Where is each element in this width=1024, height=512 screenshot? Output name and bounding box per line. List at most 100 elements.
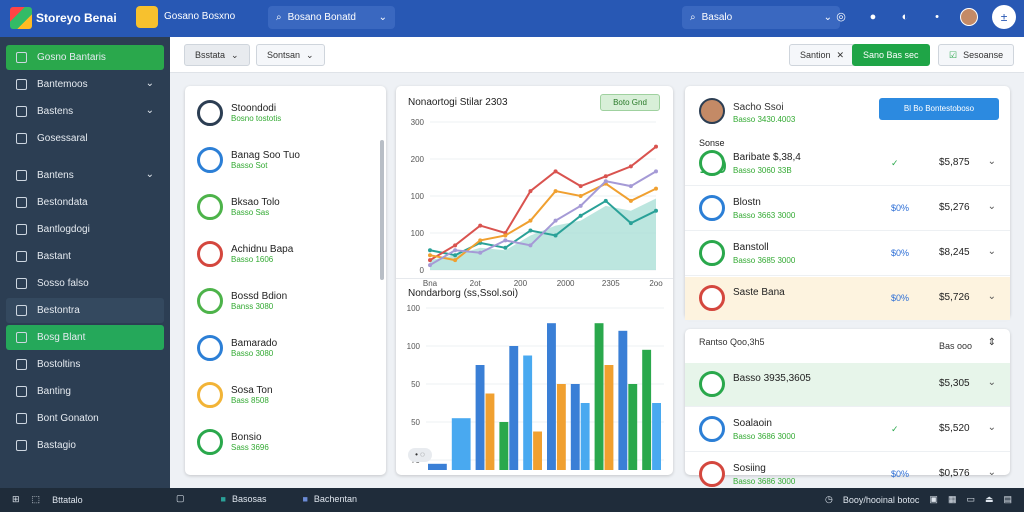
chevron-down-icon[interactable]: ⌄ bbox=[988, 201, 996, 212]
sidebar-item[interactable]: Bastagio bbox=[6, 433, 164, 458]
contact-avatar bbox=[197, 335, 223, 361]
sidebar-item[interactable]: Sosso falso bbox=[6, 271, 164, 296]
contact-avatar bbox=[197, 147, 223, 173]
bar-chart: 1001005050700BasBasSaBaBas2o0BstSas bbox=[407, 304, 664, 470]
charts-panel: Nonaortogi Stilar 2303 Boto Gnd 300 200 10… bbox=[396, 86, 673, 475]
account-row-name: Baribate $,38,4 bbox=[733, 152, 801, 163]
network-icon[interactable]: ▣ bbox=[929, 494, 938, 505]
account-row-pct: $0% bbox=[891, 293, 910, 303]
account-row-sub: Basso 3663 3000 bbox=[733, 211, 796, 220]
bar bbox=[580, 403, 590, 470]
period-select[interactable]: Bas ooo bbox=[939, 341, 972, 351]
contact-row[interactable]: Bamarado Basso 3080 bbox=[197, 335, 277, 361]
terminal-icon[interactable]: ⬚ bbox=[32, 494, 41, 505]
sidebar-item[interactable]: Bostoltins bbox=[6, 352, 164, 377]
contact-row[interactable]: Bossd Bdion Banss 3080 bbox=[197, 288, 287, 314]
account-row[interactable]: Soalaoin Basso 3686 3000 ✓ $5,520 ⌄ bbox=[685, 408, 1010, 452]
chevron-down-icon[interactable]: ⌄ bbox=[988, 377, 996, 388]
contact-row[interactable]: Banag Soo Tuo Basso Sot bbox=[197, 147, 300, 173]
contact-row[interactable]: Sosa Ton Bass 8508 bbox=[197, 382, 273, 408]
search-box[interactable]: ⌕ Bosano Bonatd ⌄ bbox=[268, 6, 395, 29]
sidebar-item[interactable]: Bastant bbox=[6, 244, 164, 269]
chevron-down-icon[interactable]: ⌄ bbox=[988, 246, 996, 257]
sidebar-item[interactable]: Bestontra bbox=[6, 298, 164, 323]
contact-row[interactable]: Bonsio Sass 3696 bbox=[197, 429, 269, 455]
sidebar-item[interactable]: Bont Gonaton bbox=[6, 406, 164, 431]
bar bbox=[556, 384, 566, 470]
sort-icon[interactable]: ⇕ bbox=[988, 337, 996, 348]
account-row[interactable]: Saste Bana $0% $5,726 ⌄ bbox=[685, 277, 1010, 321]
section-button[interactable]: Santion ✕ bbox=[789, 44, 856, 66]
sidebar-item[interactable]: Bantemoos ⌄ bbox=[6, 72, 164, 97]
sidebar-item[interactable]: Gosno Bantaris bbox=[6, 45, 164, 70]
data-point bbox=[428, 248, 432, 253]
bar bbox=[485, 393, 495, 470]
chevron-down-icon: ⌄ bbox=[145, 78, 154, 89]
contact-row[interactable]: Stoondodi Bosno tostotis bbox=[197, 100, 281, 126]
y-tick-label: 100 bbox=[411, 229, 425, 238]
chart-pager[interactable]: • ◌ bbox=[408, 448, 432, 462]
taskbar-tab-2[interactable]: ■ Bachentan bbox=[302, 494, 356, 504]
share-button[interactable]: ☑ Sesoanse bbox=[938, 44, 1015, 66]
eject-icon[interactable]: ⏏ bbox=[985, 494, 994, 505]
logo-icon bbox=[10, 7, 32, 29]
chat-icon[interactable]: ◐ bbox=[896, 8, 914, 26]
avatar[interactable] bbox=[960, 8, 978, 26]
taskbar-icon[interactable]: ▢ bbox=[176, 493, 185, 504]
bar bbox=[428, 463, 447, 470]
x-tick-label: Bna bbox=[423, 279, 438, 288]
sidebar-item[interactable]: Bantlogdogi bbox=[6, 217, 164, 242]
bar bbox=[570, 384, 580, 470]
contact-name: Achidnu Bapa bbox=[231, 244, 294, 255]
account-action-button[interactable]: Bl Bo Bontestoboso bbox=[879, 98, 999, 120]
windows-icon[interactable]: ⊞ bbox=[12, 494, 20, 505]
sidebar-item[interactable]: Bosg Blant bbox=[6, 325, 164, 350]
data-point bbox=[428, 258, 432, 263]
sidebar-item[interactable]: Bantens ⌄ bbox=[6, 163, 164, 188]
contact-row[interactable]: Achidnu Bapa Basso 1606 bbox=[197, 241, 293, 267]
contact-row[interactable]: Bksao Tolo Basso Sas bbox=[197, 194, 280, 220]
sort-button[interactable]: Sontsan ⌄ bbox=[256, 44, 325, 66]
data-point bbox=[578, 184, 583, 189]
volume-icon[interactable]: ▦ bbox=[948, 494, 957, 505]
sidebar-item[interactable]: Gosessaral bbox=[6, 126, 164, 151]
save-button[interactable]: Sano Bas sec bbox=[852, 44, 930, 66]
contacts-panel: Stoondodi Bosno tostotis Banag Soo Tuo Bass… bbox=[185, 86, 386, 475]
monitor-icon[interactable]: ▭ bbox=[966, 494, 975, 505]
account-row[interactable]: Blostn Basso 3663 3000 $0% $5,276 ⌄ bbox=[685, 187, 1010, 231]
sidebar-item[interactable]: Bastens ⌄ bbox=[6, 99, 164, 124]
settings-icon[interactable]: ± bbox=[992, 5, 1016, 29]
chevron-down-icon[interactable]: ⌄ bbox=[988, 156, 996, 167]
sidebar-item[interactable]: Bestondata bbox=[6, 190, 164, 215]
sidebar-item[interactable]: Banting bbox=[6, 379, 164, 404]
chevron-down-icon[interactable]: ⌄ bbox=[988, 422, 996, 433]
chevron-down-icon[interactable]: ⌄ bbox=[988, 291, 996, 302]
contact-name: Banag Soo Tuo bbox=[231, 150, 300, 161]
data-point bbox=[503, 238, 508, 243]
menu-item-icon bbox=[16, 79, 27, 90]
menu-item-icon bbox=[16, 413, 27, 424]
bottom-left-label: Bttatalo bbox=[52, 494, 83, 505]
help-icon[interactable]: ◎ bbox=[832, 8, 850, 26]
contact-avatar bbox=[197, 288, 223, 314]
account-icon bbox=[699, 461, 725, 487]
contact-avatar bbox=[197, 429, 223, 455]
taskbar-tab-1[interactable]: ■ Basosas bbox=[221, 494, 267, 504]
filter-button[interactable]: Bsstata ⌄ bbox=[184, 44, 250, 66]
data-point bbox=[478, 223, 483, 228]
chevron-down-icon[interactable]: ⌄ bbox=[988, 467, 996, 478]
account-row[interactable]: Basso 3935,3605 $5,305 ⌄ bbox=[685, 363, 1010, 407]
app-logo[interactable]: Storeyo Benai bbox=[10, 7, 117, 29]
data-point bbox=[478, 238, 483, 243]
global-search[interactable]: ⌕ Basalo ⌄ bbox=[682, 6, 840, 29]
grid-icon[interactable]: ▤ bbox=[1003, 494, 1012, 505]
contact-name: Sosa Ton bbox=[231, 385, 273, 396]
notification-icon[interactable]: ● bbox=[864, 8, 882, 26]
star-icon[interactable]: • bbox=[928, 8, 946, 26]
chart-badge[interactable]: Boto Gnd bbox=[600, 94, 660, 111]
contacts-scrollbar[interactable] bbox=[380, 140, 384, 280]
status-text: Booy/hooinal botoc bbox=[842, 494, 920, 505]
account-row[interactable]: Baribate $,38,4 Basso 3060 33B ✓ $5,875 ⌄ bbox=[685, 142, 1010, 186]
app-switch-icon[interactable] bbox=[136, 6, 158, 28]
account-row[interactable]: Banstoll Basso 3685 3000 $0% $8,245 ⌄ bbox=[685, 232, 1010, 276]
